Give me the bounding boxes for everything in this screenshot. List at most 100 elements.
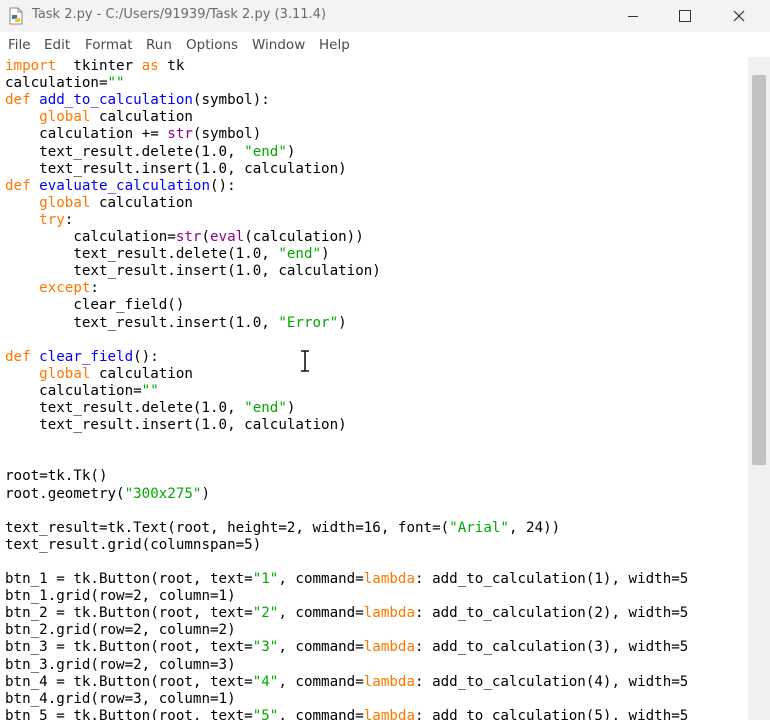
code-token: tkinter bbox=[56, 58, 142, 74]
code-token: "Arial" bbox=[449, 519, 509, 536]
code-line: btn_1.grid(row=2, column=1) bbox=[5, 588, 236, 605]
code-line: text_result.delete(1.0, "end") bbox=[5, 144, 295, 161]
code-token: "" bbox=[141, 382, 159, 399]
code-token: "300x275" bbox=[124, 485, 202, 502]
code-token: btn_1.grid(row=2, column=1) bbox=[5, 588, 236, 605]
code-token: text_result.delete(1.0, bbox=[5, 400, 245, 416]
menu-window[interactable]: Window bbox=[252, 37, 305, 53]
code-token: def bbox=[5, 92, 31, 109]
code-token: text_result.grid(columnspan=5) bbox=[5, 536, 262, 553]
code-token: add_to_calculation bbox=[39, 92, 193, 109]
code-token: text_result.insert(1.0, bbox=[5, 314, 279, 331]
menu-options[interactable]: Options bbox=[186, 37, 238, 53]
code-line: root=tk.Tk() bbox=[5, 468, 108, 485]
code-token: calculation= bbox=[5, 382, 142, 399]
code-token: btn_3 = tk.Button(root, text= bbox=[5, 639, 253, 656]
menu-run[interactable]: Run bbox=[146, 37, 172, 53]
code-token: (symbol): bbox=[192, 92, 270, 109]
code-token: btn_2.grid(row=2, column=2) bbox=[5, 622, 236, 639]
code-token: ) bbox=[338, 314, 347, 331]
code-token: "4" bbox=[252, 673, 279, 690]
code-token: btn_3.grid(row=2, column=3) bbox=[5, 656, 236, 673]
code-token: evaluate_calculation bbox=[39, 177, 211, 194]
code-token: "1" bbox=[252, 571, 279, 587]
code-line: text_result.delete(1.0, "end") bbox=[5, 246, 330, 263]
code-token: clear_field() bbox=[5, 297, 185, 314]
code-token: text_result=tk.Text(root, height=2, widt… bbox=[5, 519, 450, 536]
code-token: : add_to_calculation(3), width=5 bbox=[415, 639, 689, 656]
code-token: btn_1 = tk.Button(root, text= bbox=[5, 571, 253, 587]
code-line: text_result.insert(1.0, calculation) bbox=[5, 417, 347, 434]
code-token: ) bbox=[286, 400, 296, 416]
code-line: calculation += str(symbol) bbox=[5, 126, 261, 143]
code-token: "end" bbox=[244, 400, 287, 416]
code-line: try: bbox=[5, 212, 73, 229]
code-line: btn_2 = tk.Button(root, text="2", comman… bbox=[5, 605, 688, 622]
code-token: lambda bbox=[363, 639, 416, 656]
code-token: (): bbox=[210, 177, 236, 194]
code-line: def add_to_calculation(symbol): bbox=[5, 92, 270, 109]
code-line: btn_3.grid(row=2, column=3) bbox=[5, 657, 236, 674]
code-token: import bbox=[5, 58, 57, 74]
code-token: , command= bbox=[278, 673, 364, 690]
close-button[interactable] bbox=[716, 0, 762, 32]
code-token: text_result.delete(1.0, bbox=[5, 143, 245, 160]
code-token: "3" bbox=[252, 639, 279, 656]
code-line: text_result=tk.Text(root, height=2, widt… bbox=[5, 520, 560, 537]
code-token: , command= bbox=[278, 605, 364, 622]
code-line: clear_field() bbox=[5, 297, 184, 314]
code-line: text_result.delete(1.0, "end") bbox=[5, 400, 295, 417]
code-token: calculation bbox=[90, 109, 193, 126]
code-token: , command= bbox=[278, 571, 364, 587]
code-line: btn_5 = tk.Button(root, text="5", comman… bbox=[5, 708, 688, 720]
code-editor[interactable]: import tkinter as tk calculation="" def ad… bbox=[0, 57, 748, 720]
code-token: ) bbox=[321, 246, 330, 263]
code-line: global calculation bbox=[5, 195, 193, 212]
code-token: btn_2 = tk.Button(root, text= bbox=[5, 605, 253, 622]
menu-file[interactable]: File bbox=[8, 37, 31, 53]
code-line: btn_4.grid(row=3, column=1) bbox=[5, 691, 236, 708]
code-line: btn_3 = tk.Button(root, text="3", comman… bbox=[5, 639, 688, 656]
code-token: : add_to_calculation(5), width=5 bbox=[415, 707, 689, 720]
code-line: global calculation bbox=[5, 366, 193, 383]
code-line: text_result.insert(1.0, "Error") bbox=[5, 314, 347, 332]
code-token: : add_to_calculation(4), width=5 bbox=[415, 673, 689, 690]
code-token: , command= bbox=[278, 639, 364, 656]
code-line: text_result.grid(columnspan=5) bbox=[5, 537, 261, 554]
code-line: root.geometry("300x275") bbox=[5, 486, 210, 503]
vertical-scrollbar[interactable] bbox=[748, 57, 770, 720]
code-token: "5" bbox=[252, 707, 279, 720]
code-token: ) bbox=[286, 143, 296, 160]
menu-edit[interactable]: Edit bbox=[44, 37, 70, 53]
menu-format[interactable]: Format bbox=[85, 37, 133, 53]
code-token: def bbox=[5, 348, 31, 365]
menu-bar: File Edit Format Run Options Window Help bbox=[0, 32, 770, 57]
maximize-button[interactable] bbox=[662, 0, 708, 32]
code-line: btn_2.grid(row=2, column=2) bbox=[5, 622, 236, 639]
scrollbar-thumb[interactable] bbox=[752, 75, 766, 465]
maximize-icon bbox=[679, 10, 691, 22]
menu-help[interactable]: Help bbox=[319, 37, 350, 53]
code-token: root.geometry( bbox=[5, 485, 125, 502]
title-bar: Task 2.py - C:/Users/91939/Task 2.py (3.… bbox=[0, 0, 770, 32]
code-token: : bbox=[90, 280, 99, 297]
code-token: tk bbox=[158, 58, 185, 74]
code-token: calculation bbox=[90, 194, 193, 211]
code-token: except bbox=[39, 280, 91, 297]
code-line: calculation=str(eval(calculation)) bbox=[5, 229, 363, 246]
code-line: global calculation bbox=[5, 109, 193, 126]
minimize-button[interactable] bbox=[610, 0, 656, 32]
code-line: except: bbox=[5, 280, 99, 297]
code-token: str bbox=[175, 229, 202, 245]
code-line: import tkinter as tk bbox=[5, 58, 184, 75]
code-line: text_result.insert(1.0, calculation) bbox=[5, 161, 347, 178]
python-file-icon bbox=[9, 7, 23, 25]
code-token: def bbox=[5, 177, 31, 194]
code-line: def clear_field(): bbox=[5, 349, 159, 366]
code-line: btn_4 = tk.Button(root, text="4", comman… bbox=[5, 674, 688, 691]
